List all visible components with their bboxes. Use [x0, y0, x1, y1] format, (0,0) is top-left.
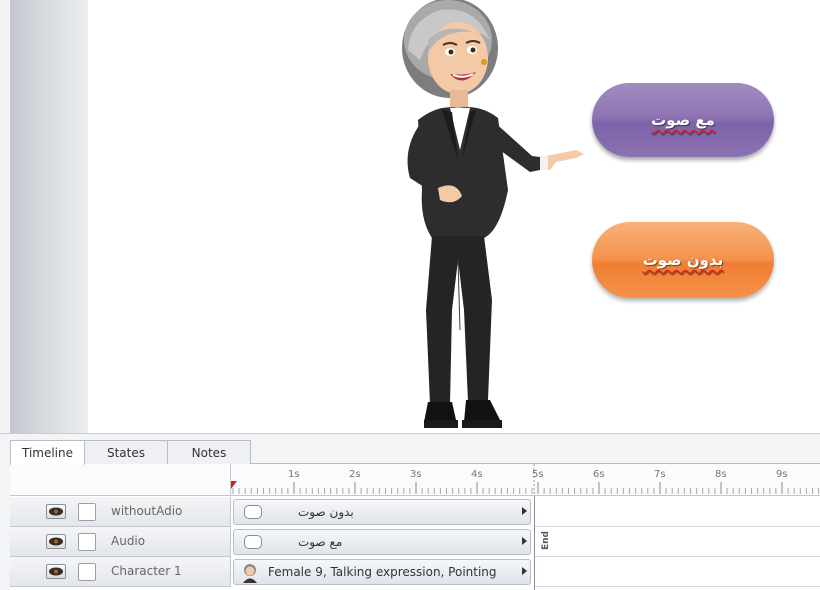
empty-track: [534, 497, 820, 527]
panel-tab-bar: Timeline States Notes: [10, 440, 820, 465]
timeline-bar[interactable]: بدون صوت: [233, 499, 531, 525]
ruler-ticks: [232, 464, 820, 496]
time-ruler[interactable]: 1s 2s 3s 4s 5s 6s 7s 8s 9s: [231, 464, 820, 496]
layer-row-audio[interactable]: Audio مع صوت: [10, 527, 820, 557]
slide-thumbnail-strip: [10, 0, 88, 433]
tab-states-label: States: [106, 445, 145, 460]
button-shape-icon: [244, 505, 262, 519]
playhead-marker[interactable]: [231, 481, 237, 489]
layer-header: withoutAdio: [10, 497, 231, 527]
tick-label-8s: 8s: [715, 469, 727, 480]
button-shape-icon: [244, 535, 262, 549]
tick-label-2s: 2s: [349, 469, 361, 480]
character-icon: [243, 564, 257, 583]
lock-checkbox[interactable]: [78, 533, 96, 551]
expand-arrow-icon[interactable]: [522, 507, 527, 515]
stage-canvas: مع صوت بدون صوت: [0, 0, 820, 433]
tab-notes[interactable]: Notes: [167, 440, 251, 464]
empty-track: [534, 557, 820, 587]
bar-label: Female 9, Talking expression, Pointing: [268, 565, 497, 579]
end-marker-label: End: [540, 524, 552, 550]
layer-row-character-1[interactable]: Character 1 Female 9, Talking expression…: [10, 557, 820, 587]
layer-name: withoutAdio: [111, 504, 183, 518]
visibility-eye-icon[interactable]: [46, 564, 66, 579]
tick-label-5s: 5s: [532, 469, 544, 480]
tab-notes-label: Notes: [191, 445, 227, 460]
tab-timeline[interactable]: Timeline: [10, 440, 85, 465]
with-sound-label: مع صوت: [651, 111, 715, 129]
tab-states[interactable]: States: [84, 440, 168, 464]
timeline-bar[interactable]: Female 9, Talking expression, Pointing: [233, 559, 531, 585]
tab-timeline-label: Timeline: [21, 446, 74, 460]
tick-label-9s: 9s: [776, 469, 788, 480]
tick-label-6s: 6s: [593, 469, 605, 480]
layer-header: Character 1: [10, 557, 231, 587]
visibility-eye-icon[interactable]: [46, 504, 66, 519]
lock-checkbox[interactable]: [78, 563, 96, 581]
expand-arrow-icon[interactable]: [522, 567, 527, 575]
layer-name: Audio: [111, 534, 146, 548]
female-character-image[interactable]: [380, 0, 600, 433]
visibility-eye-icon[interactable]: [46, 534, 66, 549]
bar-label: مع صوت: [298, 535, 343, 549]
layer-header-blank: [10, 464, 231, 496]
tick-label-3s: 3s: [410, 469, 422, 480]
expand-arrow-icon[interactable]: [522, 537, 527, 545]
layer-header: Audio: [10, 527, 231, 557]
end-marker-line[interactable]: [534, 496, 535, 590]
tick-label-1s: 1s: [288, 469, 300, 480]
timeline-bar[interactable]: مع صوت: [233, 529, 531, 555]
layer-name: Character 1: [111, 564, 182, 578]
end-label-text: End: [541, 531, 551, 550]
timeline-panel: Timeline States Notes 1s 2s 3s 4s 5s 6s …: [0, 433, 820, 590]
lock-checkbox[interactable]: [78, 503, 96, 521]
left-border: [0, 0, 10, 433]
tick-label-4s: 4s: [471, 469, 483, 480]
without-sound-button[interactable]: بدون صوت: [592, 222, 774, 298]
timeline-area: 1s 2s 3s 4s 5s 6s 7s 8s 9s withoutAdio ب…: [10, 464, 820, 590]
tick-label-7s: 7s: [654, 469, 666, 480]
with-sound-button[interactable]: مع صوت: [592, 83, 774, 157]
empty-track: [534, 527, 820, 557]
layer-row-withoutadio[interactable]: withoutAdio بدون صوت: [10, 497, 820, 527]
bar-label: بدون صوت: [298, 505, 354, 519]
without-sound-label: بدون صوت: [642, 251, 724, 269]
